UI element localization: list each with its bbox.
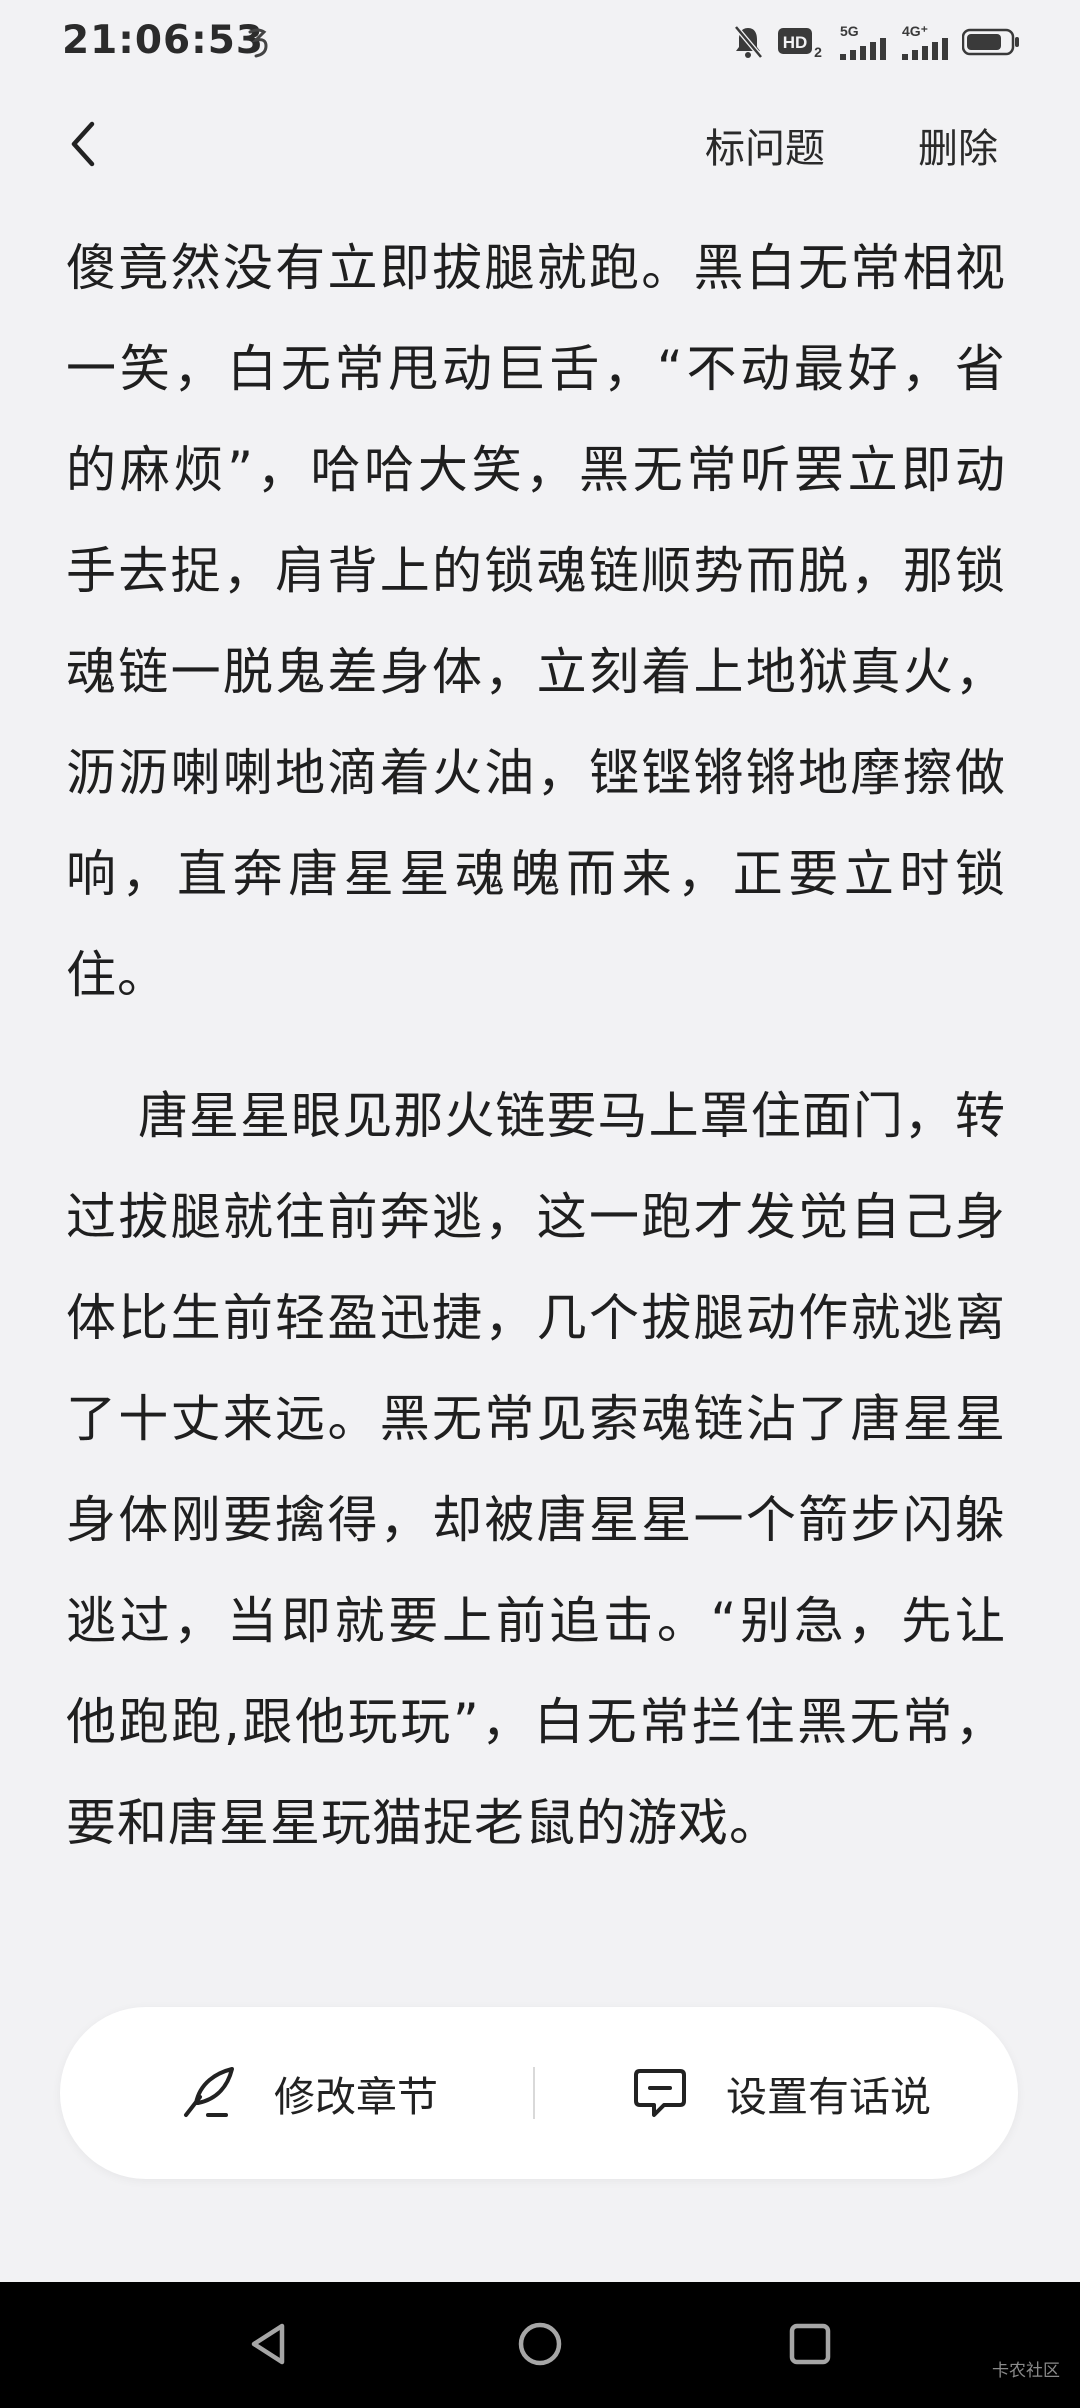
mark-issue-button[interactable]: 标问题 (705, 116, 825, 174)
chat-bubble-icon (634, 2069, 686, 2117)
chevron-left-icon (71, 121, 95, 167)
app-notification-icon (248, 28, 268, 58)
net-5g-label: 5G (840, 23, 859, 39)
nav-home-button[interactable] (510, 2314, 570, 2374)
action-divider (533, 2067, 535, 2119)
hd-sub-label: 2 (814, 44, 822, 60)
edit-chapter-label: 修改章节 (274, 2073, 438, 2121)
status-indicators: HD 2 5G 4G⁺ (732, 20, 1020, 64)
quill-pen-icon (184, 2067, 234, 2117)
nav-back-button[interactable] (240, 2314, 300, 2374)
edit-chapter-button[interactable]: 修改章节 (178, 2007, 438, 2179)
chapter-content: 傻竟然没有立即拔腿就跑。黑白无常相视一笑，白无常甩动巨舌，“不动最好，省的麻烦”… (66, 218, 1006, 1874)
delete-button[interactable]: 删除 (918, 116, 998, 174)
circle-home-icon (518, 2322, 562, 2366)
bottom-action-bar: 修改章节 设置有话说 (60, 2007, 1018, 2179)
watermark: 卡农社区 (992, 2361, 1060, 2381)
status-bar: 21:06:53 HD 2 5G 4G⁺ (0, 0, 1080, 86)
hd-label: HD (783, 33, 808, 52)
hd-voice-icon: HD 2 (778, 28, 822, 60)
nav-recents-button[interactable] (780, 2314, 840, 2374)
battery-icon (962, 28, 1019, 56)
app-header: 标问题 删除 (0, 100, 1080, 190)
signal-5g-icon: 5G (840, 23, 886, 60)
back-button[interactable] (60, 114, 110, 174)
system-nav-bar: 卡农社区 (0, 2282, 1080, 2408)
author-note-label: 设置有话说 (726, 2073, 931, 2121)
mute-bell-icon (734, 25, 763, 59)
content-paragraph: 唐星星眼见那火链要马上罩住面门，转过拔腿就往前奔逃，这一跑才发觉自己身体比生前轻… (66, 1087, 1006, 1852)
signal-4g-icon: 4G⁺ (902, 23, 948, 60)
status-time: 21:06:53 (62, 18, 265, 63)
author-note-button[interactable]: 设置有话说 (630, 2007, 931, 2179)
square-recents-icon (789, 2323, 831, 2365)
content-paragraph: 傻竟然没有立即拔腿就跑。黑白无常相视一笑，白无常甩动巨舌，“不动最好，省的麻烦”… (66, 239, 1006, 1004)
triangle-back-icon (251, 2323, 285, 2365)
net-4g-label: 4G⁺ (902, 23, 928, 39)
